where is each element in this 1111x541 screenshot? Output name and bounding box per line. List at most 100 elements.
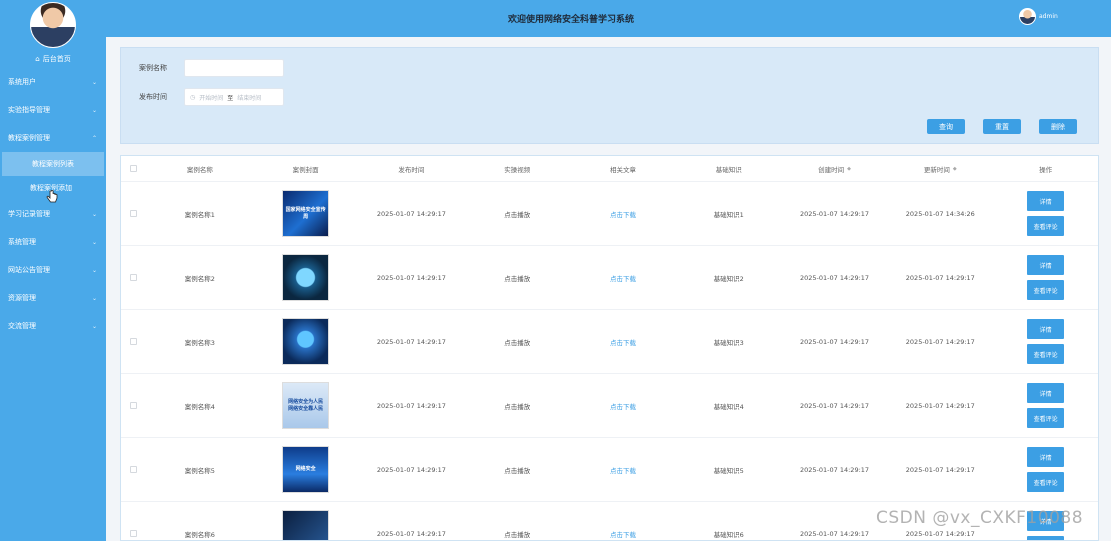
case-cover-image[interactable]: 网络安全 bbox=[282, 446, 330, 493]
publish-time-cell: 2025-01-07 14:29:17 bbox=[376, 337, 446, 346]
column-header: 发布时间 bbox=[398, 165, 425, 174]
case-cover-image[interactable] bbox=[282, 318, 330, 365]
column-header-label: 更新时间 bbox=[923, 165, 950, 174]
article-download-link[interactable]: 点击下载 bbox=[570, 529, 676, 539]
video-cell[interactable]: 点击播放 bbox=[464, 465, 570, 475]
detail-button[interactable]: 详情 bbox=[1027, 447, 1065, 467]
row-checkbox[interactable] bbox=[130, 530, 138, 537]
select-all-checkbox[interactable] bbox=[130, 165, 138, 172]
row-checkbox[interactable] bbox=[130, 402, 138, 409]
knowledge-cell: 基础知识3 bbox=[713, 338, 744, 347]
article-download-link[interactable]: 点击下载 bbox=[570, 209, 676, 219]
column-header-updated[interactable]: 更新时间 ◆ bbox=[887, 164, 993, 174]
video-cell[interactable]: 点击播放 bbox=[464, 337, 570, 347]
case-name-cell: 案例名称6 bbox=[184, 530, 215, 539]
view-comments-button[interactable]: 查看评论 bbox=[1027, 536, 1065, 540]
sidebar-item-cases[interactable]: 教程案例管理 ⌃ bbox=[0, 124, 106, 152]
view-comments-button[interactable]: 查看评论 bbox=[1027, 472, 1065, 492]
view-comments-button[interactable]: 查看评论 bbox=[1027, 408, 1065, 428]
row-checkbox[interactable] bbox=[130, 274, 138, 281]
sidebar-item-records[interactable]: 学习记录管理 ⌄ bbox=[0, 200, 106, 228]
sidebar-subitem-case-list[interactable]: 教程案例列表 bbox=[2, 152, 104, 176]
avatar[interactable] bbox=[30, 2, 76, 48]
article-download-link[interactable]: 点击下载 bbox=[570, 465, 676, 475]
table-header: 案例名称 案例封面 发布时间 实操视频 相关文章 基础知识 创建时间 ◆ 更新时间… bbox=[121, 156, 1098, 182]
sidebar-item-label: 网站公告管理 bbox=[8, 266, 50, 274]
updated-time-cell: 2025-01-07 14:34:26 bbox=[905, 209, 975, 218]
sidebar: ⌂ 后台首页 系统用户 ⌄ 实验指导管理 ⌄ 教程案例管理 ⌃ 教程案例列表 教… bbox=[0, 0, 106, 541]
sidebar-item-experiments[interactable]: 实验指导管理 ⌄ bbox=[0, 96, 106, 124]
updated-time-cell: 2025-01-07 14:29:17 bbox=[905, 337, 975, 346]
sort-icon[interactable]: ◆ bbox=[953, 166, 957, 172]
actions-cell: 详情 查看评论 bbox=[993, 191, 1098, 236]
row-checkbox-cell bbox=[121, 210, 147, 217]
actions-cell: 详情 查看评论 bbox=[993, 255, 1098, 300]
sidebar-item-notices[interactable]: 网站公告管理 ⌄ bbox=[0, 256, 106, 284]
case-cover-image[interactable]: 国家网络安全宣传周 bbox=[282, 190, 330, 237]
cover-cell bbox=[253, 510, 359, 540]
sidebar-home-link[interactable]: ⌂ 后台首页 bbox=[0, 52, 106, 66]
avatar-container bbox=[0, 0, 106, 52]
publish-time-range[interactable]: ◷ 开始时间 至 结束时间 bbox=[184, 88, 284, 106]
created-time-cell: 2025-01-07 14:29:17 bbox=[800, 337, 870, 346]
column-header-created[interactable]: 创建时间 ◆ bbox=[782, 164, 888, 174]
row-checkbox[interactable] bbox=[130, 466, 138, 473]
created-time-cell: 2025-01-07 14:29:17 bbox=[800, 209, 870, 218]
row-checkbox[interactable] bbox=[130, 338, 138, 345]
publish-time-cell: 2025-01-07 14:29:17 bbox=[376, 465, 446, 474]
sidebar-subitem-label: 教程案例列表 bbox=[32, 160, 74, 168]
sidebar-item-system[interactable]: 系统管理 ⌄ bbox=[0, 228, 106, 256]
knowledge-cell: 基础知识2 bbox=[713, 274, 744, 283]
case-cover-image[interactable] bbox=[282, 254, 330, 301]
detail-button[interactable]: 详情 bbox=[1027, 255, 1065, 275]
sort-icon[interactable]: ◆ bbox=[847, 166, 851, 172]
chevron-down-icon: ⌄ bbox=[91, 294, 97, 302]
view-comments-button[interactable]: 查看评论 bbox=[1027, 344, 1065, 364]
sidebar-item-label: 系统用户 bbox=[8, 78, 36, 86]
table-row: 案例名称1 国家网络安全宣传周 2025-01-07 14:29:17 点击播放… bbox=[121, 182, 1098, 246]
publish-time-label: 发布时间 bbox=[139, 93, 167, 101]
detail-button[interactable]: 详情 bbox=[1027, 191, 1065, 211]
sidebar-item-users[interactable]: 系统用户 ⌄ bbox=[0, 68, 106, 96]
case-name-cell: 案例名称4 bbox=[184, 402, 215, 411]
case-cover-image[interactable] bbox=[282, 510, 330, 540]
user-menu[interactable]: admin bbox=[1019, 8, 1058, 25]
case-name-cell: 案例名称3 bbox=[184, 338, 215, 347]
row-checkbox[interactable] bbox=[130, 210, 138, 217]
article-download-link[interactable]: 点击下载 bbox=[570, 401, 676, 411]
video-cell[interactable]: 点击播放 bbox=[464, 209, 570, 219]
delete-button[interactable]: 删除 bbox=[1039, 119, 1077, 134]
video-cell[interactable]: 点击播放 bbox=[464, 529, 570, 539]
article-download-link[interactable]: 点击下载 bbox=[570, 337, 676, 347]
chevron-down-icon: ⌄ bbox=[91, 238, 97, 246]
sidebar-item-forum[interactable]: 交流管理 ⌄ bbox=[0, 312, 106, 340]
view-comments-button[interactable]: 查看评论 bbox=[1027, 280, 1065, 300]
cover-cell: 网络安全为人民 网络安全靠人民 bbox=[253, 382, 359, 429]
cover-text: 国家网络安全宣传周 bbox=[285, 207, 326, 220]
top-bar: 欢迎使用网络安全科普学习系统 admin bbox=[106, 0, 1111, 37]
sidebar-item-label: 交流管理 bbox=[8, 322, 36, 330]
video-cell[interactable]: 点击播放 bbox=[464, 273, 570, 283]
column-header-label: 创建时间 bbox=[818, 165, 845, 174]
knowledge-cell: 基础知识6 bbox=[713, 530, 744, 539]
sidebar-item-resources[interactable]: 资源管理 ⌄ bbox=[0, 284, 106, 312]
updated-time-cell: 2025-01-07 14:29:17 bbox=[905, 529, 975, 538]
detail-button[interactable]: 详情 bbox=[1027, 319, 1065, 339]
column-header: 实操视频 bbox=[504, 165, 531, 174]
start-time-placeholder: 开始时间 bbox=[199, 94, 224, 102]
query-button[interactable]: 查询 bbox=[927, 119, 965, 134]
actions-cell: 详情 查看评论 bbox=[993, 319, 1098, 364]
username: admin bbox=[1039, 13, 1058, 20]
knowledge-cell: 基础知识5 bbox=[713, 466, 744, 475]
case-name-input[interactable] bbox=[184, 59, 284, 77]
view-comments-button[interactable]: 查看评论 bbox=[1027, 216, 1065, 236]
sidebar-item-label: 教程案例管理 bbox=[8, 134, 50, 142]
detail-button[interactable]: 详情 bbox=[1027, 383, 1065, 403]
watermark: CSDN @vx_CXKF10088 bbox=[876, 508, 1084, 528]
reset-button[interactable]: 重置 bbox=[983, 119, 1021, 134]
article-download-link[interactable]: 点击下载 bbox=[570, 273, 676, 283]
actions-cell: 详情 查看评论 bbox=[993, 383, 1098, 428]
case-cover-image[interactable]: 网络安全为人民 网络安全靠人民 bbox=[282, 382, 330, 429]
home-icon: ⌂ bbox=[35, 55, 40, 63]
video-cell[interactable]: 点击播放 bbox=[464, 401, 570, 411]
